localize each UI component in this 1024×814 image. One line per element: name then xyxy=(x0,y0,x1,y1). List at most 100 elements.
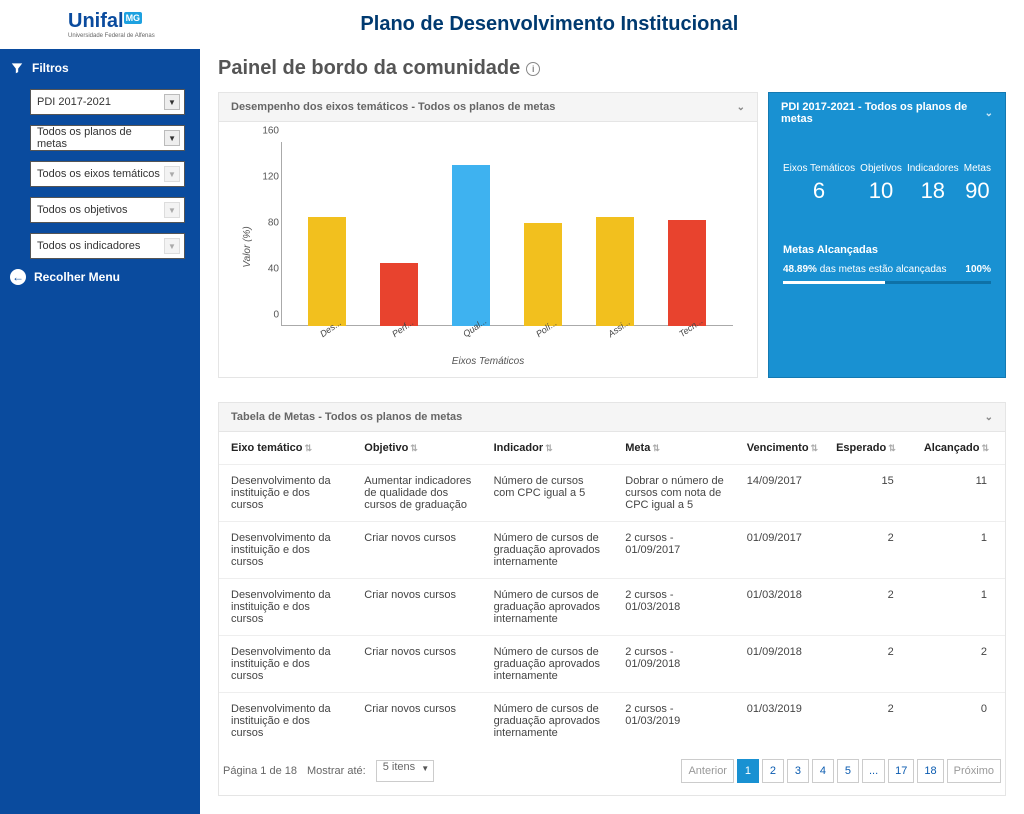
column-header[interactable]: Indicador⇅ xyxy=(482,432,614,465)
table-cell: Dobrar o número de cursos com nota de CP… xyxy=(613,465,735,522)
pager-page[interactable]: 2 xyxy=(762,759,784,783)
page-title: Painel de bordo da comunidade i xyxy=(218,57,1006,80)
page-indicator: Página 1 de 18 xyxy=(223,765,297,777)
table-cell: Criar novos cursos xyxy=(352,693,481,750)
pager-page[interactable]: 5 xyxy=(837,759,859,783)
filter-indicadores[interactable]: Todos os indicadores▼ xyxy=(30,233,185,259)
table-card-title: Tabela de Metas - Todos os planos de met… xyxy=(231,411,462,423)
column-header[interactable]: Meta⇅ xyxy=(613,432,735,465)
table-cell: 2 xyxy=(824,636,912,693)
info-icon[interactable]: i xyxy=(526,62,540,76)
logo-text: Unifal xyxy=(68,10,124,32)
stat-col: Metas90 xyxy=(964,163,991,204)
table-row: Desenvolvimento da instituição e dos cur… xyxy=(219,579,1005,636)
chevron-down-icon: ▼ xyxy=(164,94,180,110)
chevron-down-icon: ▼ xyxy=(164,130,180,146)
collapse-chart-icon[interactable]: ⌄ xyxy=(737,102,745,113)
pager-próximo[interactable]: Próximo xyxy=(947,759,1001,783)
goals-text: 48.89% das metas estão alcançadas xyxy=(783,264,946,275)
table-cell: Número de cursos de graduação aprovados … xyxy=(482,579,614,636)
goals-max: 100% xyxy=(965,264,991,275)
collapse-label: Recolher Menu xyxy=(34,270,120,284)
table-cell: Aumentar indicadores de qualidade dos cu… xyxy=(352,465,481,522)
table-cell: 2 cursos - 01/03/2018 xyxy=(613,579,735,636)
table-row: Desenvolvimento da instituição e dos cur… xyxy=(219,693,1005,750)
table-cell: Número de cursos com CPC igual a 5 xyxy=(482,465,614,522)
bar-chart: Valor (%) Des...Perf...Qual...Polí...Ass… xyxy=(233,142,743,352)
collapse-stats-icon[interactable]: ⌄ xyxy=(985,108,993,119)
table-cell: Número de cursos de graduação aprovados … xyxy=(482,522,614,579)
pager-anterior[interactable]: Anterior xyxy=(681,759,734,783)
filter-planos[interactable]: Todos os planos de metas▼ xyxy=(30,125,185,151)
pager-page[interactable]: 18 xyxy=(917,759,943,783)
y-tick: 80 xyxy=(261,218,279,229)
pager-page[interactable]: 4 xyxy=(812,759,834,783)
metas-table: Eixo temático⇅Objetivo⇅Indicador⇅Meta⇅Ve… xyxy=(219,432,1005,749)
column-header[interactable]: Objetivo⇅ xyxy=(352,432,481,465)
y-tick: 120 xyxy=(261,172,279,183)
table-cell: 2 cursos - 01/09/2017 xyxy=(613,522,735,579)
goals-title: Metas Alcançadas xyxy=(783,244,991,256)
column-header[interactable]: Eixo temático⇅ xyxy=(219,432,352,465)
table-cell: 01/09/2017 xyxy=(735,522,824,579)
column-header[interactable]: Vencimento⇅ xyxy=(735,432,824,465)
table-row: Desenvolvimento da instituição e dos cur… xyxy=(219,465,1005,522)
column-header[interactable]: Esperado⇅ xyxy=(824,432,912,465)
table-row: Desenvolvimento da instituição e dos cur… xyxy=(219,636,1005,693)
logo-subtitle: Universidade Federal de Alfenas xyxy=(68,33,155,39)
stat-col: Eixos Temáticos6 xyxy=(783,163,855,204)
arrow-left-icon: ← xyxy=(10,269,26,285)
column-header[interactable]: Alcançado⇅ xyxy=(912,432,1005,465)
chevron-down-icon: ▼ xyxy=(164,202,180,218)
page-size-select[interactable]: 5 itens xyxy=(376,760,434,782)
table-cell: Criar novos cursos xyxy=(352,636,481,693)
y-tick: 40 xyxy=(261,264,279,275)
table-cell: 15 xyxy=(824,465,912,522)
pager-page[interactable]: 1 xyxy=(737,759,759,783)
filter-pdi[interactable]: PDI 2017-2021▼ xyxy=(30,89,185,115)
bar: Des... xyxy=(302,217,352,326)
table-cell: Desenvolvimento da instituição e dos cur… xyxy=(219,693,352,750)
logo: UnifalMG Universidade Federal de Alfenas xyxy=(68,10,155,39)
app-title: Plano de Desenvolvimento Institucional xyxy=(155,13,944,36)
goals-progressbar xyxy=(783,281,991,284)
stats-card-title: PDI 2017-2021 - Todos os planos de metas xyxy=(781,101,985,125)
chart-card-title: Desempenho dos eixos temáticos - Todos o… xyxy=(231,101,555,113)
table-cell: Desenvolvimento da instituição e dos cur… xyxy=(219,579,352,636)
table-cell: 01/09/2018 xyxy=(735,636,824,693)
table-cell: 01/03/2019 xyxy=(735,693,824,750)
table-cell: 1 xyxy=(912,579,1005,636)
table-cell: Desenvolvimento da instituição e dos cur… xyxy=(219,636,352,693)
collapse-menu[interactable]: ← Recolher Menu xyxy=(10,269,190,285)
filter-objetivos[interactable]: Todos os objetivos▼ xyxy=(30,197,185,223)
show-until-label: Mostrar até: xyxy=(307,765,366,777)
collapse-table-icon[interactable]: ⌄ xyxy=(985,412,993,423)
bar: Qual... xyxy=(446,165,496,326)
stats-card: PDI 2017-2021 - Todos os planos de metas… xyxy=(768,92,1006,378)
stat-col: Indicadores18 xyxy=(907,163,959,204)
table-cell: 2 xyxy=(824,693,912,750)
y-tick: 160 xyxy=(261,126,279,137)
table-cell: 2 xyxy=(824,579,912,636)
y-tick: 0 xyxy=(261,310,279,321)
bar: Assi... xyxy=(590,217,640,326)
bar: Perf... xyxy=(374,263,424,326)
filter-eixos[interactable]: Todos os eixos temáticos▼ xyxy=(30,161,185,187)
pager-page[interactable]: 3 xyxy=(787,759,809,783)
bar: Tecn... xyxy=(662,220,712,326)
table-cell: Criar novos cursos xyxy=(352,579,481,636)
table-cell: 01/03/2018 xyxy=(735,579,824,636)
filters-label: Filtros xyxy=(32,61,69,75)
table-cell: 2 cursos - 01/09/2018 xyxy=(613,636,735,693)
table-cell: Desenvolvimento da instituição e dos cur… xyxy=(219,522,352,579)
stat-col: Objetivos10 xyxy=(860,163,902,204)
table-cell: Desenvolvimento da instituição e dos cur… xyxy=(219,465,352,522)
table-cell: 2 xyxy=(912,636,1005,693)
table-row: Desenvolvimento da instituição e dos cur… xyxy=(219,522,1005,579)
pager-page[interactable]: 17 xyxy=(888,759,914,783)
logo-accent: MG xyxy=(124,12,143,24)
table-cell: 14/09/2017 xyxy=(735,465,824,522)
table-cell: Número de cursos de graduação aprovados … xyxy=(482,636,614,693)
sidebar: Filtros PDI 2017-2021▼ Todos os planos d… xyxy=(0,49,200,814)
table-cell: 11 xyxy=(912,465,1005,522)
